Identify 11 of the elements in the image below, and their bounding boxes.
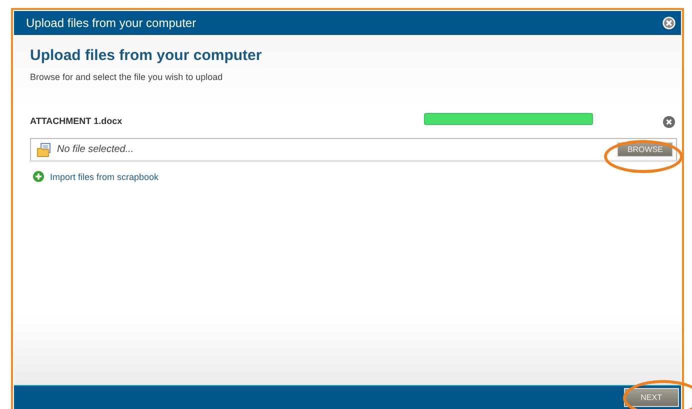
instruction-text: Browse for and select the file you wish to upload [30,72,224,82]
import-link[interactable]: Import files from scrapbook [50,172,159,182]
next-button[interactable]: NEXT [624,388,679,407]
close-icon[interactable] [662,16,676,30]
file-name: ATTACHMENT 1.docx [30,116,124,126]
folder-icon [37,142,52,156]
window-title: Upload files from your computer [26,16,196,30]
dialog-heading: Upload files from your computer [30,47,263,64]
remove-icon[interactable] [663,116,675,128]
file-field[interactable]: No file selected... BROWSE [30,138,677,162]
add-icon [33,171,44,182]
